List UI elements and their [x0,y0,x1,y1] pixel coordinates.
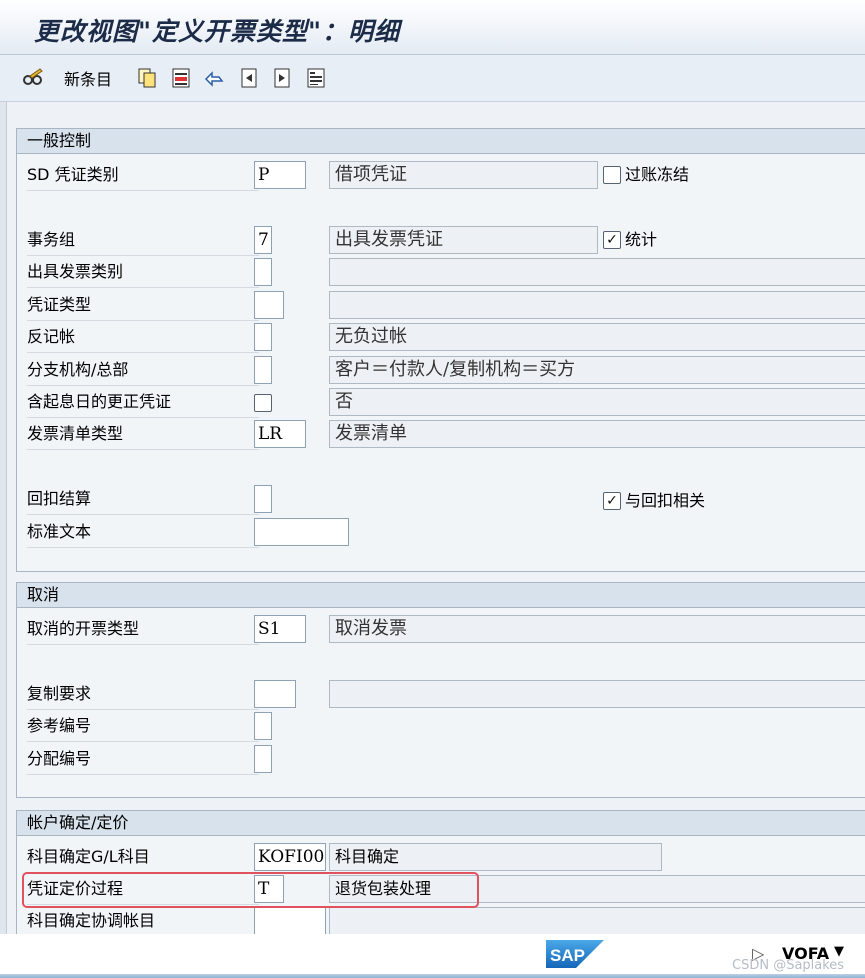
reference-number-input[interactable] [254,712,272,740]
general-control-group: 一般控制 SD 凭证类别 P 借项凭证 过账冻结 事务组 7 出具发票凭证 ✓ … [16,128,865,572]
transaction-group-label: 事务组 [27,225,259,256]
posting-block-label: 过账冻结 [625,165,690,184]
allocation-number-input[interactable] [254,745,272,773]
copy-requirements-desc [329,680,865,708]
new-entries-button[interactable]: 新条目 [64,65,112,91]
previous-entry-icon [241,68,257,88]
billing-category-input[interactable] [254,258,272,286]
invoice-list-type-input[interactable]: LR [254,420,306,448]
undo-icon [204,71,224,87]
page-title: 更改视图"定义开票类型"：明细 [34,17,401,46]
acct-det-reconciliation-input[interactable] [254,907,326,935]
copy-requirements-label: 复制要求 [27,679,259,710]
document-type-input[interactable] [254,291,284,319]
credit-memo-value-date-checkbox[interactable] [254,394,272,412]
footer-stripe [0,974,865,978]
glasses-edit-icon [23,68,43,85]
negative-posting-input[interactable] [254,323,272,351]
general-control-title: 一般控制 [17,129,865,154]
negative-posting-label: 反记帐 [27,322,259,353]
acct-det-procedure-label: 科目确定G/L科目 [27,842,259,873]
document-type-desc [329,291,865,319]
branch-head-office-label: 分支机构/总部 [27,355,259,386]
rebate-settlement-input[interactable] [254,485,272,513]
invoice-list-type-desc: 发票清单 [329,420,865,448]
copy-button[interactable] [136,65,158,91]
acct-det-procedure-input[interactable]: KOFI00 [254,843,326,871]
cancel-billing-type-desc: 取消发票 [329,615,865,643]
cancellation-title: 取消 [17,583,865,608]
statistics-checkbox[interactable]: ✓ [603,231,621,249]
billing-category-desc [329,258,865,286]
credit-memo-value-date-label: 含起息日的更正凭证 [27,387,259,418]
negative-posting-desc: 无负过帐 [329,323,865,351]
posting-block-checkbox[interactable] [603,166,621,184]
standard-text-label: 标准文本 [27,517,259,548]
undo-button[interactable] [203,65,225,91]
invoice-list-type-label: 发票清单类型 [27,419,259,450]
next-entry-button[interactable] [271,65,293,91]
next-entry-icon [274,68,290,88]
sd-doc-category-input[interactable]: P [254,161,306,189]
cancel-billing-type-label: 取消的开票类型 [27,614,259,645]
acct-det-reconciliation-desc [329,907,865,935]
rebate-settlement-label: 回扣结算 [27,484,259,515]
chevron-down-icon[interactable]: ▼ [834,944,844,959]
delete-button[interactable] [170,65,192,91]
transport-button[interactable] [305,65,327,91]
transaction-group-desc: 出具发票凭证 [329,226,598,254]
application-toolbar: 新条目 [0,55,865,102]
highlight-box [22,872,479,908]
statistics-label: 统计 [625,230,658,249]
delete-icon [172,68,190,88]
previous-entry-button[interactable] [238,65,260,91]
cancel-billing-type-input[interactable]: S1 [254,615,306,643]
acct-det-reconciliation-label: 科目确定协调帐目 [27,906,259,937]
standard-text-input[interactable] [254,518,349,546]
copy-requirements-input[interactable] [254,680,296,708]
rebate-relevant-checkbox[interactable]: ✓ [603,492,621,510]
billing-category-label: 出具发票类别 [27,257,259,288]
status-bar: SAP ▷ VOFA ▼ CSDN @Saplakes [0,934,865,978]
cancellation-group: 取消 取消的开票类型 S1 取消发票 复制要求 参考编号 分配编号 [16,582,865,798]
acct-det-procedure-desc: 科目确定 [329,843,662,871]
account-pricing-title: 帐户确定/定价 [17,811,865,836]
display-change-button[interactable] [22,65,44,91]
sd-doc-category-desc: 借项凭证 [329,161,598,189]
watermark: CSDN @Saplakes [732,958,845,973]
transaction-group-input[interactable]: 7 [254,226,272,254]
document-type-label: 凭证类型 [27,290,259,321]
branch-head-office-input[interactable] [254,356,272,384]
new-entries-label: 新条目 [64,70,113,89]
copy-icon [138,68,156,88]
allocation-number-label: 分配编号 [27,744,259,775]
credit-memo-value-date-desc: 否 [329,388,865,416]
transport-icon [307,68,325,88]
reference-number-label: 参考编号 [27,711,259,742]
title-bar: 更改视图"定义开票类型"：明细 [0,0,865,55]
sap-logo: SAP [546,940,604,968]
svg-text:SAP: SAP [550,946,585,965]
rebate-relevant-label: 与回扣相关 [625,491,706,510]
sd-doc-category-label: SD 凭证类别 [27,160,259,191]
branch-head-office-desc: 客户＝付款人/复制机构＝买方 [329,356,865,384]
